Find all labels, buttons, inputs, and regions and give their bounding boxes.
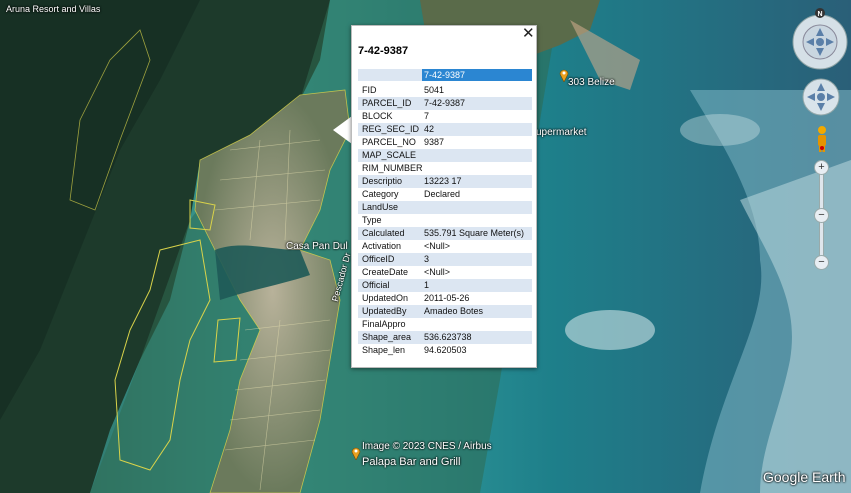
attribute-key: Category (362, 189, 399, 199)
attribute-key: Descriptio (362, 176, 403, 186)
attribute-value: 536.623738 (424, 332, 472, 342)
attribute-key: OfficeID (362, 254, 395, 264)
attribute-row: UpdatedBy Amadeo Botes (358, 305, 532, 318)
attribute-key: BLOCK (362, 111, 393, 121)
attribute-row: OfficeID 3 (358, 253, 532, 266)
attribute-row: RIM_NUMBER (358, 162, 532, 175)
popup-pointer (333, 116, 352, 144)
attribute-row: PARCEL_NO 9387 (358, 136, 532, 149)
feature-info-popup: 7-42-9387 ✕ 7-42-9387 FID 5041 PARCEL_ID 7-… (351, 25, 537, 368)
poi-303-belize-label[interactable]: 303 Belize (568, 77, 615, 88)
attribute-key: Type (362, 215, 382, 225)
zoom-slider[interactable]: + − − (814, 160, 829, 270)
zoom-slider-handle[interactable]: − (814, 208, 829, 223)
attribute-value: <Null> (424, 267, 451, 277)
attribute-row: Descriptio 13223 17 (358, 175, 532, 188)
attribute-value: 9387 (424, 137, 445, 147)
attribute-row: PARCEL_ID 7-42-9387 (358, 97, 532, 110)
popup-header-row: 7-42-9387 (358, 69, 532, 81)
attribute-row: UpdatedOn 2011-05-26 (358, 292, 532, 305)
attribute-value: 5041 (424, 85, 445, 95)
attribute-row: BLOCK 7 (358, 110, 532, 123)
attribute-row: Activation <Null> (358, 240, 532, 253)
poi-pin-icon[interactable] (351, 446, 361, 460)
attribute-value: 13223 17 (424, 176, 462, 186)
attribute-key: MAP_SCALE (362, 150, 417, 160)
resort-label[interactable]: Aruna Resort and Villas (6, 4, 100, 14)
attribute-value: 1 (424, 280, 430, 290)
attribute-row: Official 1 (358, 279, 532, 292)
street-view-pegman-icon[interactable] (812, 124, 832, 154)
attribute-key: PARCEL_ID (362, 98, 412, 108)
look-control[interactable] (801, 77, 841, 117)
casa-pan-dulce-label[interactable]: Casa Pan Dul (286, 241, 348, 252)
attribute-value: Amadeo Botes (424, 306, 484, 316)
attribute-value: 42 (424, 124, 435, 134)
supermarket-label[interactable]: upermarket (536, 127, 587, 138)
attribute-key: RIM_NUMBER (362, 163, 423, 173)
attribute-value: 7-42-9387 (424, 98, 466, 108)
attribute-value: Declared (424, 189, 461, 199)
attribute-key: Calculated (362, 228, 405, 238)
attribute-key: CreateDate (362, 267, 409, 277)
palapa-bar-label[interactable]: Palapa Bar and Grill (362, 456, 460, 468)
attribute-row: Shape_len 94.620503 (358, 344, 532, 357)
attribute-value: 535.791 Square Meter(s) (424, 228, 525, 238)
attribute-key: FID (362, 85, 377, 95)
attribute-key: Shape_area (362, 332, 412, 342)
attribute-row: CreateDate <Null> (358, 266, 532, 279)
compass-north-letter: N (817, 11, 822, 18)
attribute-row: Calculated 535.791 Square Meter(s) (358, 227, 532, 240)
popup-header-value[interactable]: 7-42-9387 (422, 69, 532, 81)
attribute-value: 94.620503 (424, 345, 467, 355)
attribute-row: LandUse (358, 201, 532, 214)
attribute-value: 2011-05-26 (424, 293, 470, 303)
google-earth-logo: Google Earth (763, 469, 846, 485)
attribute-row: Category Declared (358, 188, 532, 201)
attribute-key: Activation (362, 241, 402, 251)
attribute-value: 7 (424, 111, 430, 121)
attribute-key: UpdatedOn (362, 293, 409, 303)
popup-title: 7-42-9387 (358, 45, 409, 57)
attribute-key: UpdatedBy (362, 306, 407, 316)
attribute-key: REG_SEC_ID (362, 124, 420, 134)
close-icon[interactable]: ✕ (522, 26, 535, 42)
attribute-row: Shape_area 536.623738 (358, 331, 532, 344)
compass-control[interactable]: N (790, 8, 850, 72)
zoom-in-button[interactable]: + (814, 160, 829, 175)
attribute-row: FID 5041 (358, 84, 532, 97)
attribute-table: FID 5041 PARCEL_ID 7-42-9387 BLOCK 7 REG_SEC_I… (358, 84, 532, 357)
attribute-row: FinalAppro (358, 318, 532, 331)
poi-pin-icon[interactable] (559, 68, 569, 82)
attribute-row: Type (358, 214, 532, 227)
attribute-key: PARCEL_NO (362, 137, 416, 147)
attribute-key: Shape_len (362, 345, 406, 355)
attribute-row: MAP_SCALE (358, 149, 532, 162)
zoom-out-button[interactable]: − (814, 255, 829, 270)
imagery-copyright: Image © 2023 CNES / Airbus (362, 441, 492, 452)
attribute-row: REG_SEC_ID 42 (358, 123, 532, 136)
attribute-key: LandUse (362, 202, 399, 212)
attribute-key: FinalAppro (362, 319, 406, 329)
attribute-key: Official (362, 280, 390, 290)
attribute-value: 3 (424, 254, 430, 264)
attribute-value: <Null> (424, 241, 451, 251)
